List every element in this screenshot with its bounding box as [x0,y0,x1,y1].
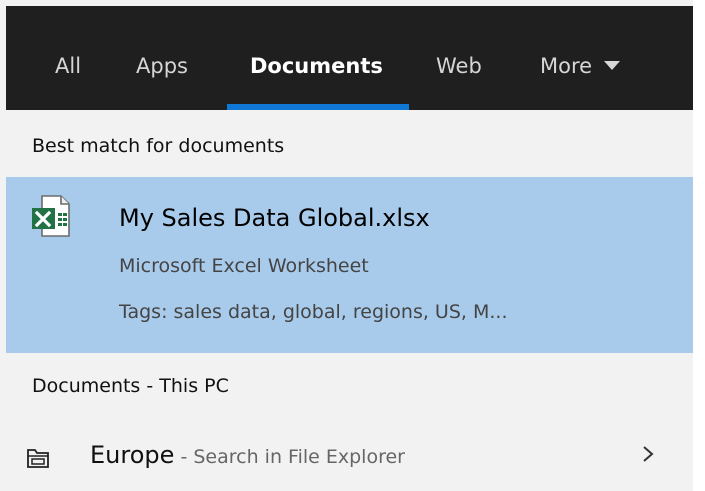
tab-more-label: More [540,54,593,78]
active-tab-indicator [227,104,409,110]
tab-more[interactable]: More [540,46,621,86]
tab-documents[interactable]: Documents [250,46,383,86]
result-title: My Sales Data Global.xlsx [119,204,430,232]
folder-icon [27,449,49,468]
tab-apps[interactable]: Apps [136,46,188,86]
search-tabs-bar: All Apps Documents Web More [6,6,695,110]
tab-web[interactable]: Web [436,46,482,86]
chevron-right-icon[interactable] [641,442,655,466]
folder-name: Europe [90,441,175,469]
folder-result-label: Europe - Search in File Explorer [90,441,405,469]
folder-hint: Search in File Explorer [193,446,405,468]
label-separator: - [174,446,194,468]
best-match-result[interactable]: My Sales Data Global.xlsx Microsoft Exce… [6,177,695,353]
search-panel: All Apps Documents Web More Best match f… [0,0,705,491]
folder-result-europe[interactable]: Europe - Search in File Explorer [6,428,695,488]
result-tags: Tags: sales data, global, regions, US, M… [119,301,508,323]
right-edge-strip [693,0,705,491]
result-type: Microsoft Excel Worksheet [119,255,369,277]
this-pc-heading: Documents - This PC [32,375,229,397]
caret-down-icon [604,61,621,70]
excel-file-icon [32,195,70,237]
tab-all[interactable]: All [55,46,81,86]
best-match-heading: Best match for documents [32,135,285,157]
